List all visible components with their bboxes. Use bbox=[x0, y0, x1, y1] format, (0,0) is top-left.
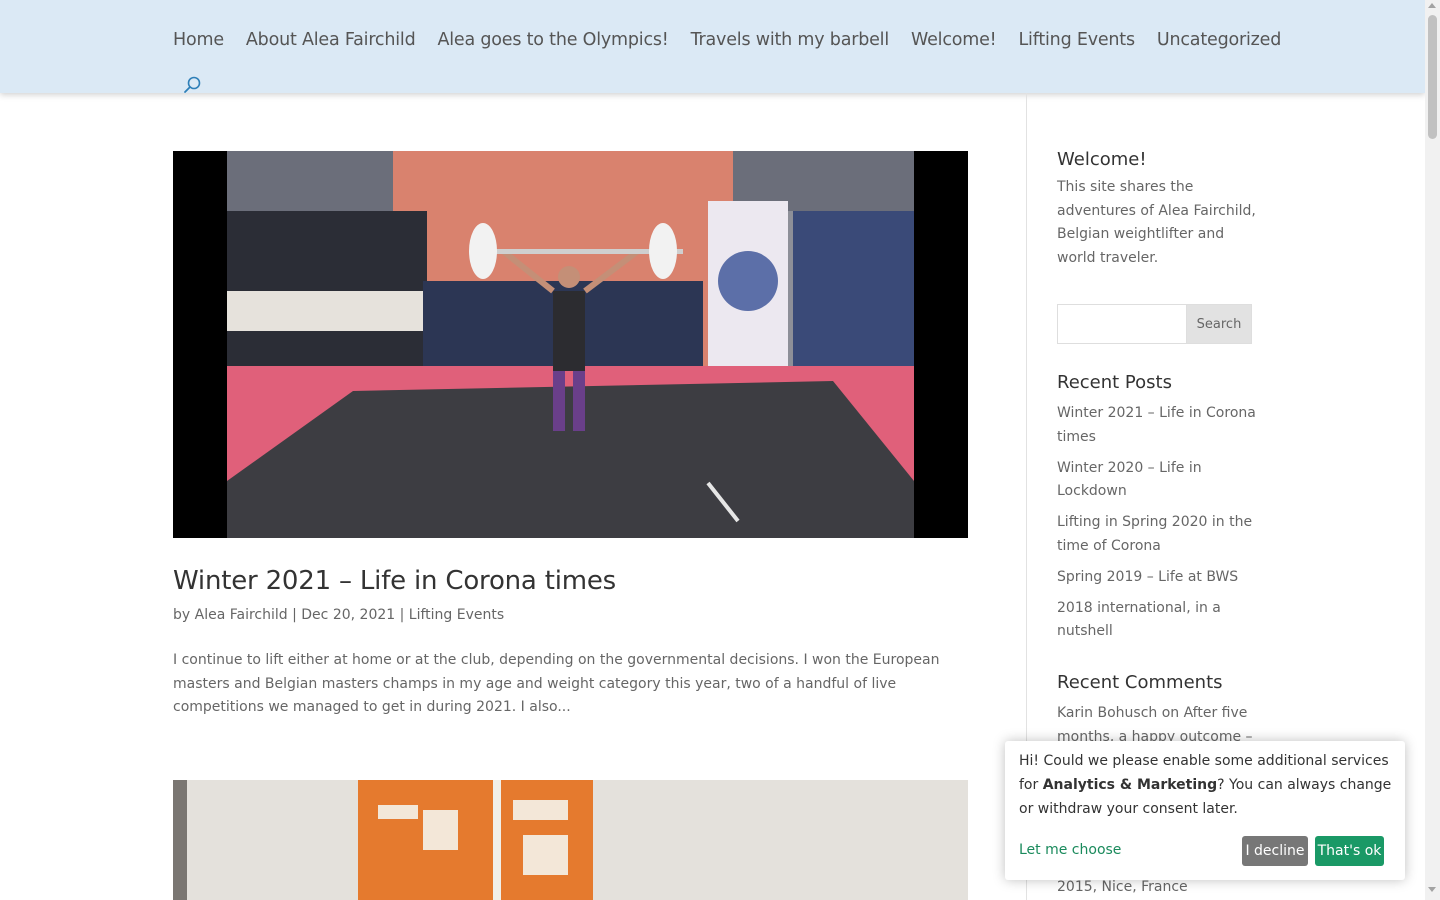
consent-text-bold: Analytics & Marketing bbox=[1042, 777, 1218, 793]
search-button[interactable]: Search bbox=[1186, 305, 1251, 343]
recent-post-link[interactable]: Lifting in Spring 2020 in the time of Co… bbox=[1057, 511, 1257, 559]
nav-item-uncategorized[interactable]: Uncategorized bbox=[1157, 28, 1281, 52]
nav-item-olympics[interactable]: Alea goes to the Olympics! bbox=[437, 28, 668, 52]
let-me-choose-link[interactable]: Let me choose bbox=[1019, 840, 1121, 860]
nav-item-travels[interactable]: Travels with my barbell bbox=[691, 28, 890, 52]
scrollbar-thumb[interactable] bbox=[1428, 15, 1437, 139]
sidebar-welcome: Welcome! This site shares the adventures… bbox=[1057, 146, 1257, 270]
consent-message: Hi! Could we please enable some addition… bbox=[1019, 749, 1394, 821]
site-header: Home About Alea Fairchild Alea goes to t… bbox=[0, 0, 1425, 93]
recent-post-link[interactable]: 2018 international, in a nutshell bbox=[1057, 597, 1257, 645]
welcome-widget-text: This site shares the adventures of Alea … bbox=[1057, 179, 1256, 266]
recent-posts-title: Recent Posts bbox=[1057, 372, 1172, 393]
nav-item-lifting-events[interactable]: Lifting Events bbox=[1018, 28, 1135, 52]
nav-item-about[interactable]: About Alea Fairchild bbox=[246, 28, 416, 52]
meta-separator: | bbox=[292, 607, 297, 623]
meta-separator: | bbox=[399, 607, 405, 623]
post-excerpt: I continue to lift either at home or at … bbox=[173, 652, 940, 715]
scroll-down-arrow-icon[interactable] bbox=[1428, 887, 1436, 892]
post-date: Dec 20, 2021 bbox=[301, 607, 396, 623]
post-featured-image-2[interactable] bbox=[173, 780, 968, 900]
consent-dialog: Hi! Could we please enable some addition… bbox=[1005, 741, 1405, 880]
scrollbar[interactable] bbox=[1425, 0, 1440, 900]
post-author-link[interactable]: Alea Fairchild bbox=[195, 607, 288, 623]
search-icon[interactable] bbox=[183, 75, 203, 95]
nav-item-home[interactable]: Home bbox=[173, 28, 224, 52]
recent-post-link[interactable]: Spring 2019 – Life at BWS bbox=[1057, 566, 1257, 590]
post-category-link[interactable]: Lifting Events bbox=[409, 607, 504, 623]
post-meta: by Alea Fairchild | Dec 20, 2021 | Lifti… bbox=[173, 605, 504, 625]
recent-posts-list: Winter 2021 – Life in Corona times Winte… bbox=[1057, 402, 1257, 651]
post-meta-by: by bbox=[173, 607, 191, 623]
welcome-widget-title: Welcome! bbox=[1057, 149, 1147, 170]
sidebar-search-form: Search bbox=[1057, 304, 1252, 344]
nav-item-welcome[interactable]: Welcome! bbox=[911, 28, 997, 52]
accept-button[interactable]: That's ok bbox=[1315, 836, 1384, 866]
recent-post-link[interactable]: Winter 2021 – Life in Corona times bbox=[1057, 402, 1257, 450]
recent-post-link[interactable]: Winter 2020 – Life in Lockdown bbox=[1057, 457, 1257, 505]
recent-comments-title: Recent Comments bbox=[1057, 672, 1223, 693]
sidebar-search-input[interactable] bbox=[1058, 305, 1186, 343]
post-title[interactable]: Winter 2021 – Life in Corona times bbox=[173, 564, 616, 598]
main-nav: Home About Alea Fairchild Alea goes to t… bbox=[173, 28, 1303, 52]
post-featured-image[interactable] bbox=[173, 151, 968, 538]
scroll-up-arrow-icon[interactable] bbox=[1428, 3, 1436, 8]
decline-button[interactable]: I decline bbox=[1242, 836, 1308, 866]
